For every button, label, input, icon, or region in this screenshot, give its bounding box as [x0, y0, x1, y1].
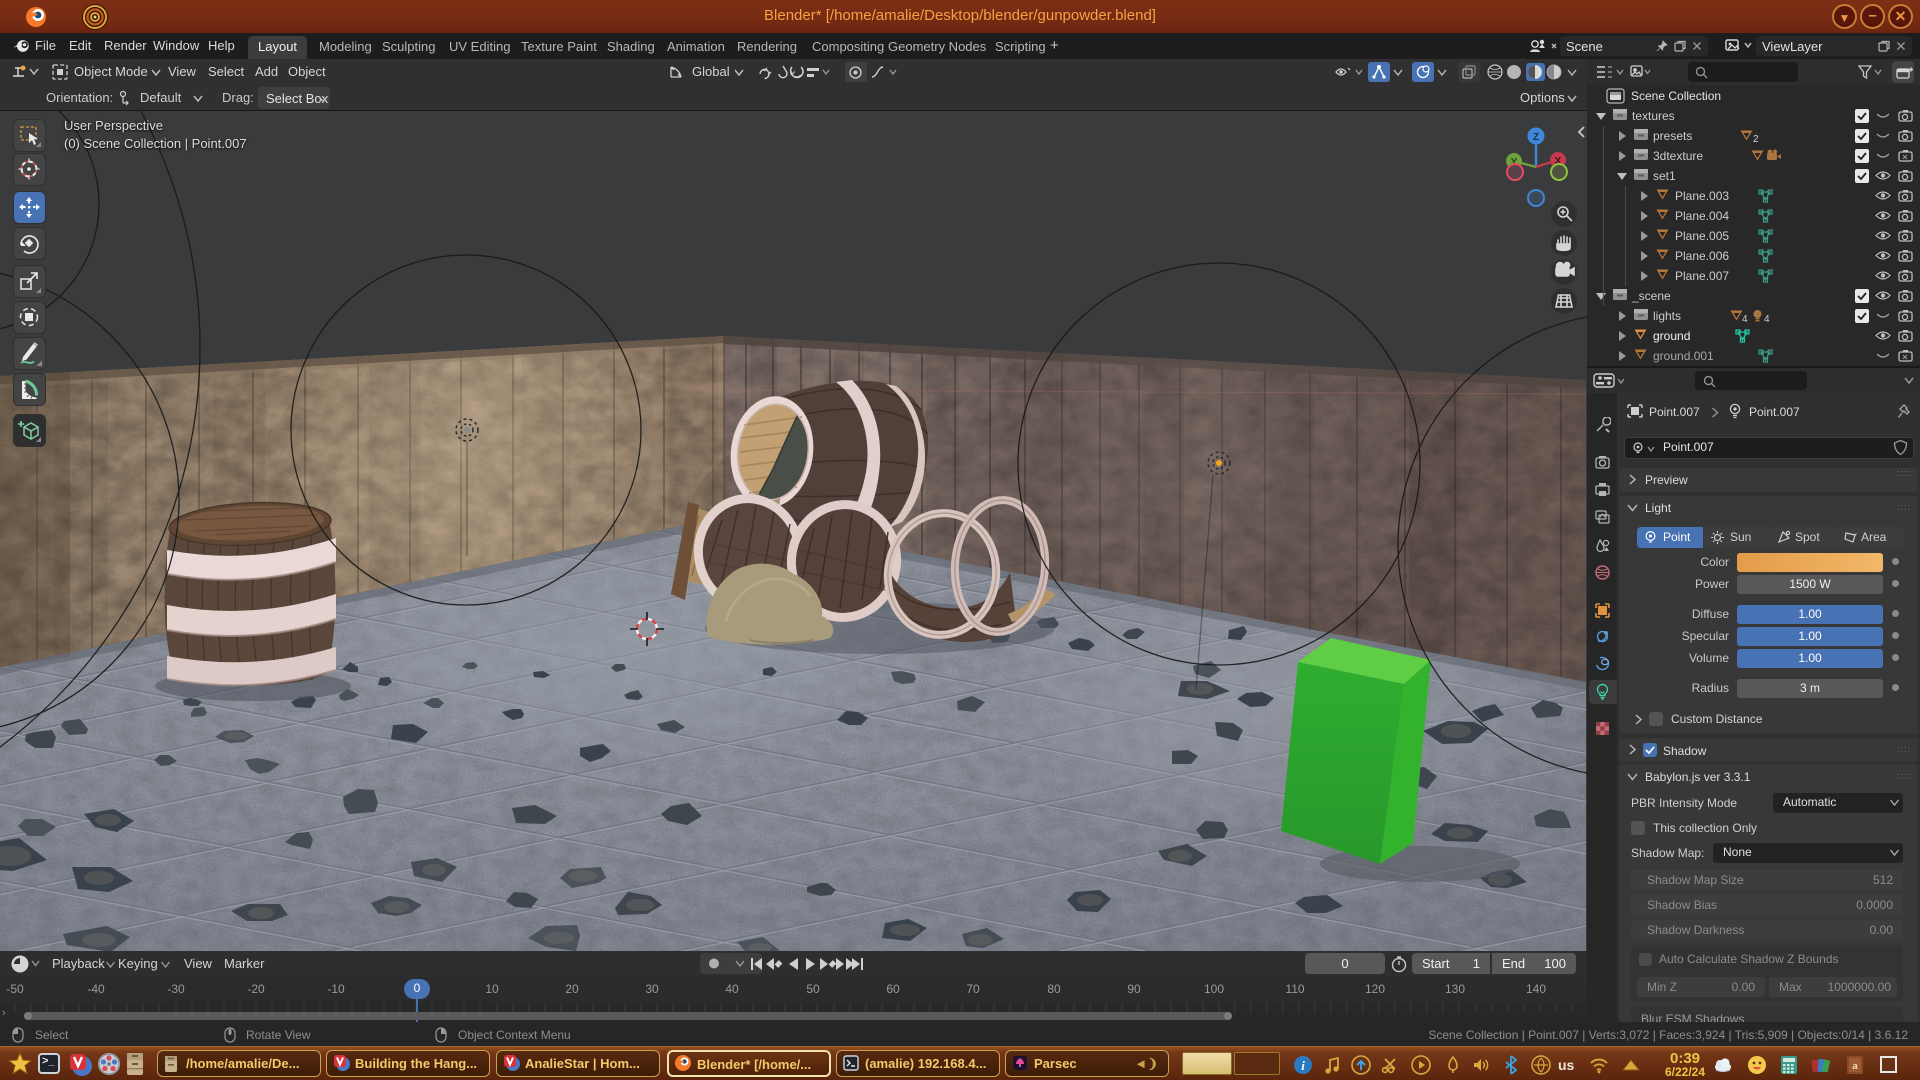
svg-text:a: a — [1852, 1060, 1858, 1072]
svg-text:i: i — [1301, 1058, 1305, 1073]
